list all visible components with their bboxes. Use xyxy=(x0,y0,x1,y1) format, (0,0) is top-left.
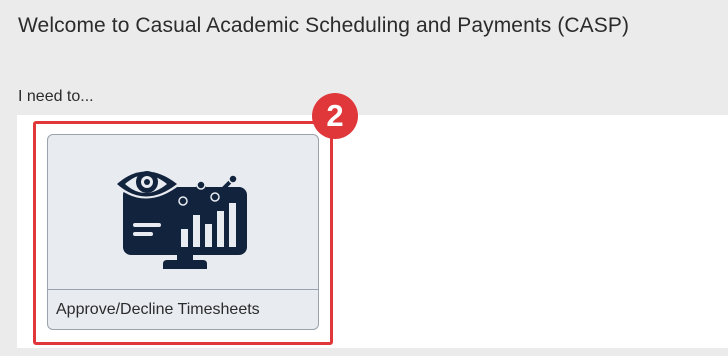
casp-home-page: Welcome to Casual Academic Scheduling an… xyxy=(0,0,728,356)
tile-label: Approve/Decline Timesheets xyxy=(56,301,260,318)
approve-decline-timesheets-tile[interactable]: Approve/Decline Timesheets xyxy=(47,134,319,330)
page-title: Welcome to Casual Academic Scheduling an… xyxy=(18,14,630,37)
intro-label: I need to... xyxy=(18,88,94,105)
monitor-eye-chart-icon xyxy=(113,169,247,269)
step-number-badge: 2 xyxy=(312,93,358,139)
tile-divider xyxy=(48,289,318,290)
